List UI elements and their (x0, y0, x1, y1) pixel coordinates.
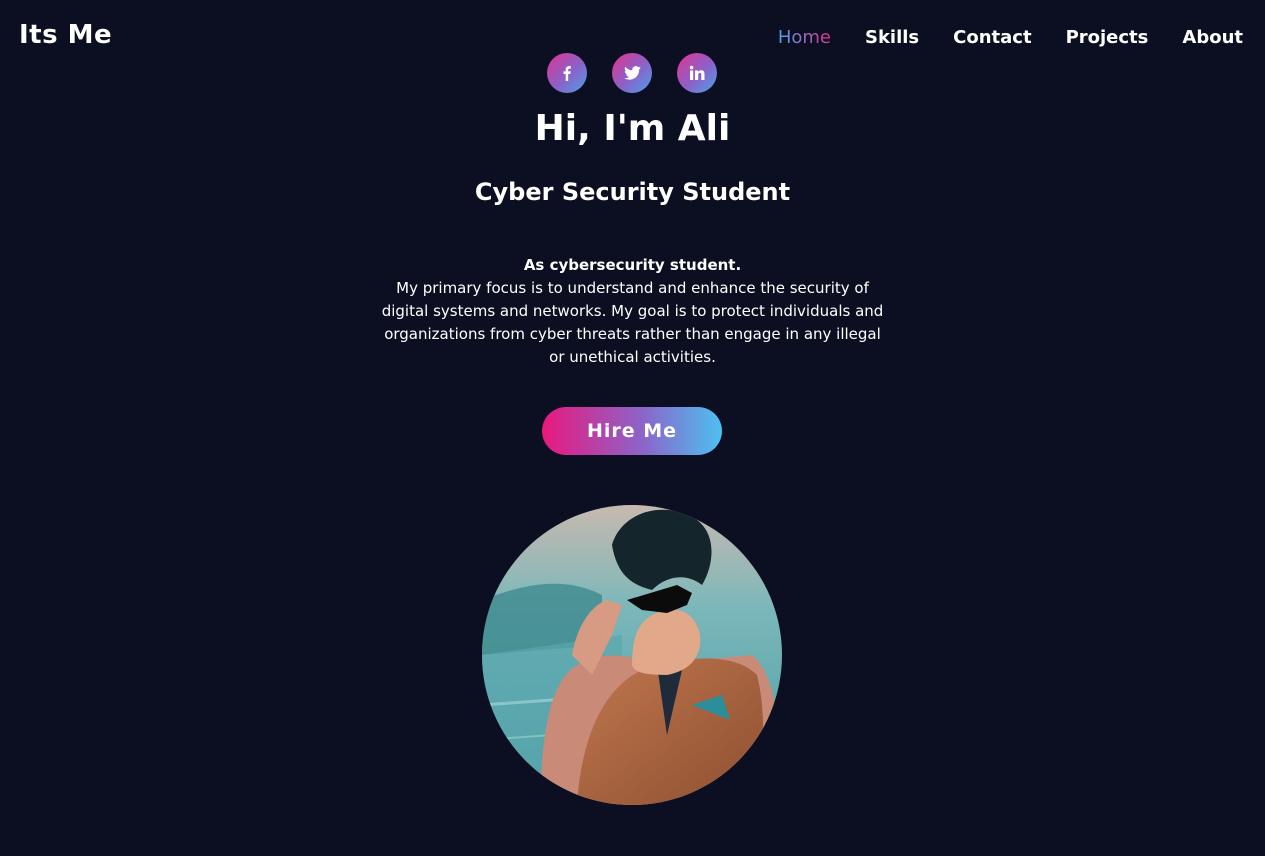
nav-projects[interactable]: Projects (1066, 27, 1149, 48)
page: Its Me Home Skills Contact Projects Abou… (0, 0, 1265, 856)
nav-skills[interactable]: Skills (865, 27, 919, 48)
description-lead: As cybersecurity student. (523, 256, 742, 274)
hero-description: As cybersecurity student. My primary foc… (380, 254, 885, 369)
hire-me-button[interactable]: Hire Me (542, 407, 722, 455)
brand-logo[interactable]: Its Me (19, 20, 112, 50)
main-nav: Home Skills Contact Projects About (778, 27, 1243, 48)
nav-contact[interactable]: Contact (953, 27, 1031, 48)
nav-home[interactable]: Home (778, 27, 831, 48)
description-body: My primary focus is to understand and en… (381, 279, 884, 366)
hero-title: Hi, I'm Ali (534, 108, 731, 149)
linkedin-icon[interactable] (677, 53, 717, 93)
hero-subtitle: Cyber Security Student (474, 178, 791, 206)
profile-photo (482, 505, 782, 805)
facebook-icon[interactable] (547, 53, 587, 93)
nav-about[interactable]: About (1182, 27, 1243, 48)
social-links (547, 53, 717, 93)
twitter-icon[interactable] (612, 53, 652, 93)
